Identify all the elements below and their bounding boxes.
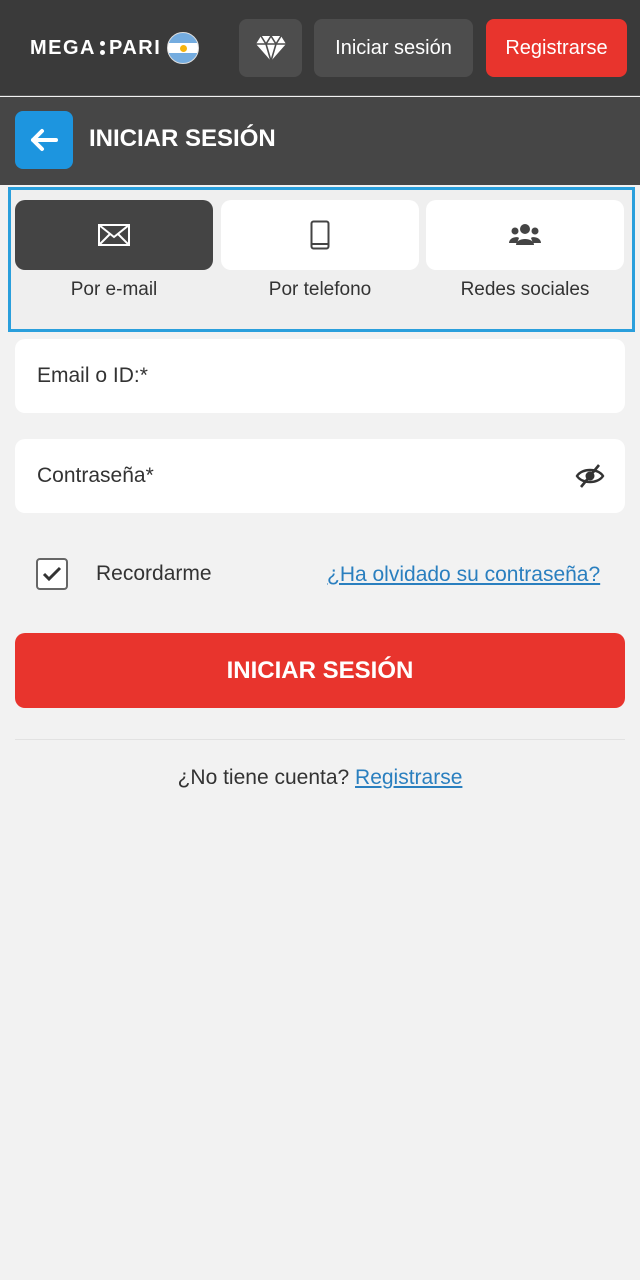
- eye-hidden-icon[interactable]: [575, 462, 605, 490]
- argentina-flag-icon: [167, 32, 200, 64]
- login-button[interactable]: Iniciar sesión: [314, 19, 473, 77]
- tab-phone[interactable]: Por telefono: [221, 200, 419, 301]
- page-header: INICIAR SESIÓN: [0, 97, 640, 185]
- divider: [15, 739, 625, 740]
- no-account-text: ¿No tiene cuenta?: [177, 766, 350, 789]
- checkmark-icon: [42, 566, 62, 582]
- page-title: INICIAR SESIÓN: [89, 125, 276, 152]
- remember-me[interactable]: Recordarme: [36, 558, 212, 590]
- envelope-icon: [98, 224, 130, 246]
- signup-prompt: ¿No tiene cuenta? Registrarse: [0, 766, 640, 790]
- email-input[interactable]: [15, 339, 625, 413]
- tab-social[interactable]: Redes sociales: [426, 200, 624, 301]
- tab-email-box[interactable]: [15, 200, 213, 270]
- users-icon: [509, 224, 541, 245]
- login-method-tabs: Por e-mail Por telefono Redes sociales: [8, 187, 635, 332]
- email-field[interactable]: [15, 339, 625, 413]
- back-button[interactable]: [15, 111, 73, 169]
- register-button[interactable]: Registrarse: [486, 19, 627, 77]
- logo-separator: [100, 38, 105, 58]
- phone-icon: [310, 220, 330, 250]
- tab-social-label: Redes sociales: [460, 279, 590, 300]
- remember-label: Recordarme: [96, 562, 212, 585]
- logo-text-right: PARI: [109, 36, 162, 59]
- vip-diamond-button[interactable]: [239, 19, 302, 77]
- tab-email[interactable]: Por e-mail: [15, 200, 213, 301]
- arrow-left-icon: [31, 129, 58, 151]
- password-input[interactable]: [15, 439, 625, 513]
- tab-social-box[interactable]: [426, 200, 624, 270]
- signup-link[interactable]: Registrarse: [355, 766, 462, 789]
- forgot-password-link[interactable]: ¿Ha olvidado su contraseña?: [327, 563, 600, 587]
- tab-phone-label: Por telefono: [268, 279, 372, 300]
- tab-email-label: Por e-mail: [70, 279, 158, 300]
- password-field[interactable]: [15, 439, 625, 513]
- logo-text-left: MEGA: [30, 36, 96, 59]
- diamond-icon: [255, 34, 286, 62]
- megapari-logo[interactable]: MEGA PARI: [30, 32, 200, 64]
- remember-checkbox[interactable]: [36, 558, 68, 590]
- tab-phone-box[interactable]: [221, 200, 419, 270]
- top-bar: MEGA PARI Iniciar sesión Registrarse: [0, 0, 640, 96]
- submit-login-button[interactable]: INICIAR SESIÓN: [15, 633, 625, 708]
